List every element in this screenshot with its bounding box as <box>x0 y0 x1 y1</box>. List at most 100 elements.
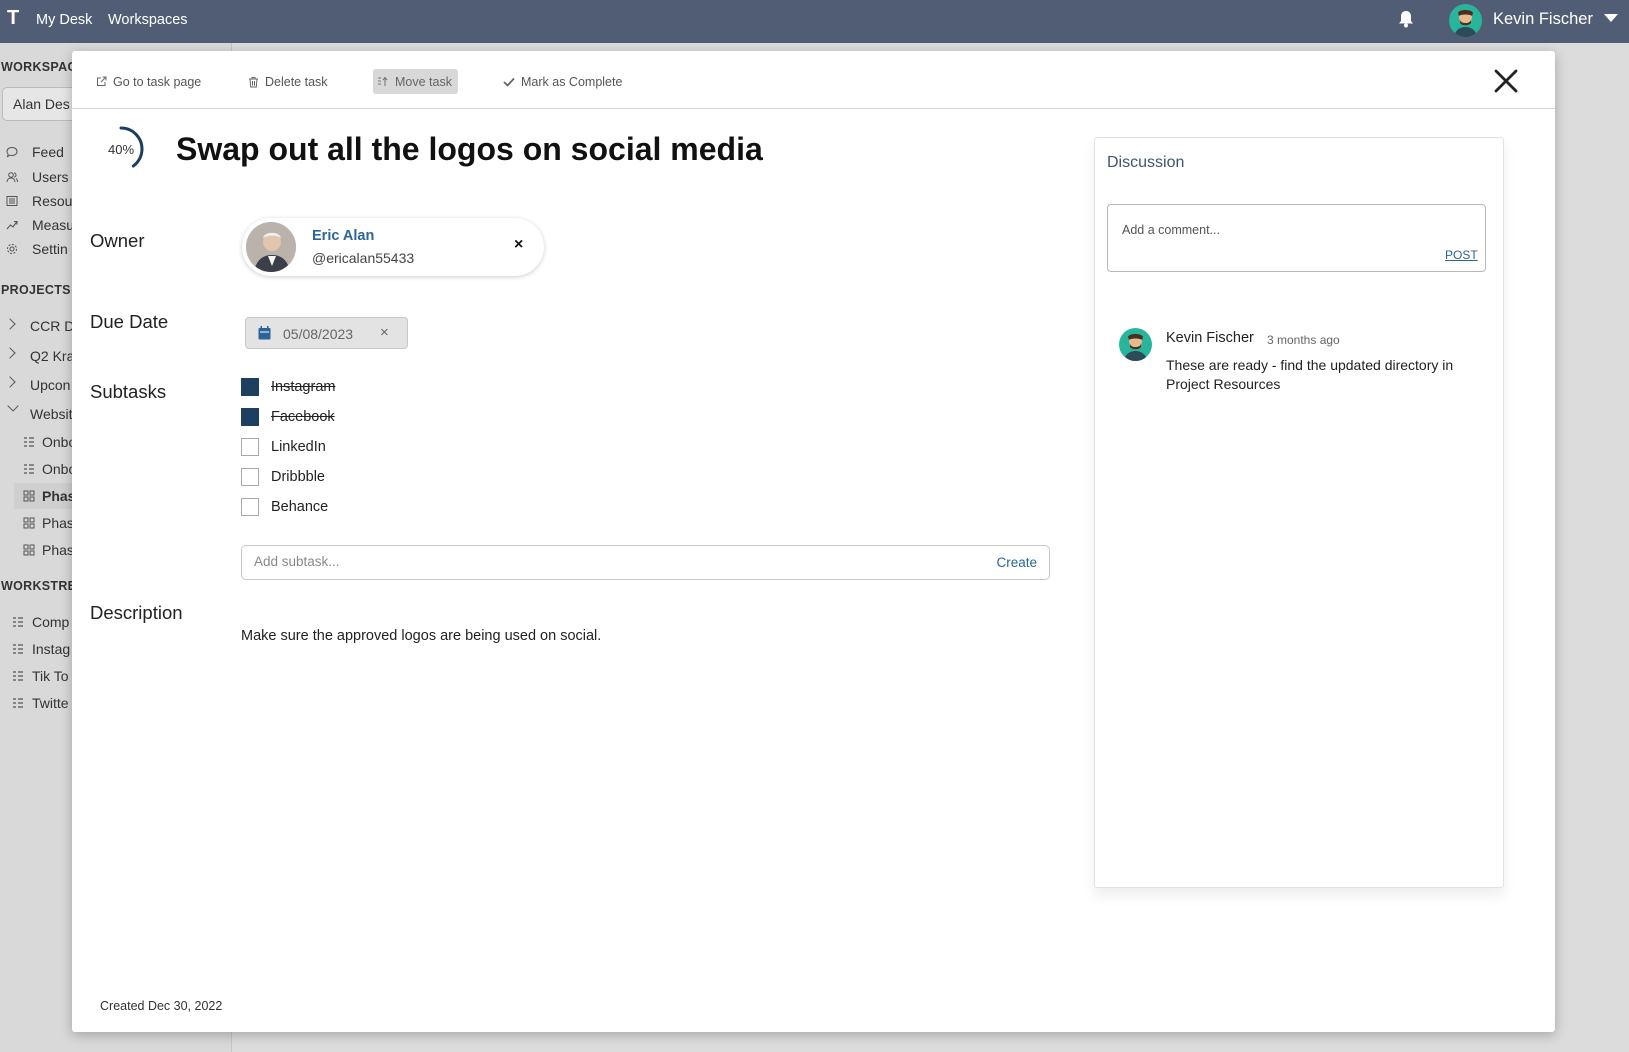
mark-as-complete-button[interactable]: Mark as Complete <box>499 69 626 94</box>
go-to-task-page-button[interactable]: Go to task page <box>92 69 205 94</box>
chevron-right-icon <box>4 376 16 388</box>
comment-author: Kevin Fischer <box>1166 330 1254 346</box>
comment-input[interactable] <box>1122 223 1412 243</box>
owner-handle: @ericalan55433 <box>312 250 415 266</box>
chevron-down-icon <box>7 400 19 412</box>
list-icon <box>13 671 23 681</box>
chevron-right-icon <box>4 318 16 330</box>
caret-down-icon[interactable] <box>1604 14 1618 22</box>
calendar-icon <box>258 326 271 340</box>
subtasks-label: Subtasks <box>90 381 167 402</box>
child-label[interactable]: Phas <box>42 488 75 504</box>
resources-icon <box>6 196 18 206</box>
subtask-checkbox[interactable] <box>241 378 259 396</box>
bell-icon[interactable] <box>1399 10 1413 33</box>
chevron-right-icon <box>4 347 16 359</box>
subtask-item: Instagram <box>241 377 335 397</box>
top-navigation-bar: T My Desk Workspaces Kevin Fischer <box>0 0 1629 43</box>
list-icon <box>13 644 23 654</box>
user-name[interactable]: Kevin Fischer <box>1493 10 1593 29</box>
subtask-checkbox[interactable] <box>241 438 259 456</box>
subtask-label[interactable]: LinkedIn <box>271 439 326 455</box>
add-subtask-field: Create <box>241 545 1050 580</box>
sidebar-item-label: Settin <box>32 241 68 257</box>
go-to-task-page-label: Go to task page <box>113 74 202 89</box>
subtask-item: Facebook <box>241 407 335 427</box>
sidebar-item-label: Feed <box>32 144 64 160</box>
child-label: Phas <box>42 515 74 531</box>
sidebar-item-label: Measu <box>32 217 75 233</box>
mark-as-complete-label: Mark as Complete <box>521 74 623 89</box>
subtask-item: Behance <box>241 497 328 517</box>
sidebar-item-label: Resou <box>32 193 73 209</box>
list-icon <box>24 437 34 447</box>
projects-heading: PROJECTS <box>1 283 71 297</box>
comment-time: 3 months ago <box>1267 333 1340 347</box>
move-task-button[interactable]: Move task <box>373 69 458 94</box>
subtask-checkbox[interactable] <box>241 408 259 426</box>
workstream-label: Instag <box>32 641 71 657</box>
child-label: Phas <box>42 542 74 558</box>
modal-toolbar: Go to task page Delete task Move task Ma… <box>72 51 1555 109</box>
feed-icon <box>6 146 18 158</box>
owner-label: Owner <box>90 230 145 251</box>
checkmark-icon <box>503 77 515 87</box>
owner-card[interactable]: Eric Alan @ericalan55433 × <box>242 218 544 276</box>
add-subtask-input[interactable] <box>254 554 934 569</box>
app-logo[interactable]: T <box>7 7 19 30</box>
subtask-label[interactable]: Instagram <box>271 379 335 395</box>
progress-percent: 40% <box>107 141 135 157</box>
subtask-label[interactable]: Behance <box>271 499 328 515</box>
user-avatar[interactable] <box>1449 4 1482 37</box>
discussion-panel: Discussion POST Kevin Fischer 3 months a… <box>1094 137 1504 888</box>
settings-icon <box>7 244 17 254</box>
delete-task-button[interactable]: Delete task <box>244 69 332 94</box>
users-icon <box>6 172 18 183</box>
description-label: Description <box>90 602 183 623</box>
subtask-label[interactable]: Dribbble <box>271 469 325 485</box>
discussion-title: Discussion <box>1107 154 1185 171</box>
external-link-icon <box>97 76 107 86</box>
delete-task-label: Delete task <box>265 74 328 89</box>
project-label: Websit <box>30 406 73 422</box>
description-text[interactable]: Make sure the approved logos are being u… <box>241 628 601 644</box>
owner-name[interactable]: Eric Alan <box>312 228 374 244</box>
comment-text: These are ready - find the updated direc… <box>1166 357 1454 392</box>
project-label: Upcon <box>30 377 71 393</box>
task-title[interactable]: Swap out all the logos on social media <box>176 131 763 168</box>
board-icon <box>23 490 35 502</box>
list-icon <box>13 698 23 708</box>
workstream-label: Twitte <box>32 695 69 711</box>
workstream-label: Comp <box>32 614 70 630</box>
due-date-label: Due Date <box>90 311 169 332</box>
post-comment-button[interactable]: POST <box>1445 248 1478 262</box>
subtask-label[interactable]: Facebook <box>271 409 335 425</box>
list-icon <box>13 617 23 627</box>
due-date-value: 05/08/2023 <box>283 326 354 342</box>
nav-my-desk[interactable]: My Desk <box>36 12 92 28</box>
subtask-checkbox[interactable] <box>241 498 259 516</box>
subtask-item: LinkedIn <box>241 437 326 457</box>
board-icon <box>23 517 35 529</box>
subtask-item: Dribbble <box>241 467 325 487</box>
comment-avatar <box>1119 328 1152 361</box>
created-date: Created Dec 30, 2022 <box>100 999 223 1013</box>
nav-workspaces[interactable]: Workspaces <box>108 12 188 28</box>
move-icon <box>378 76 388 86</box>
task-modal: Go to task page Delete task Move task Ma… <box>72 51 1555 1032</box>
subtask-checkbox[interactable] <box>241 468 259 486</box>
clear-date-button[interactable]: × <box>380 324 389 341</box>
comment-box: POST <box>1107 204 1486 272</box>
measures-icon <box>6 220 18 230</box>
workspace-heading: WORKSPAC <box>1 60 77 74</box>
due-date-picker[interactable]: 05/08/2023 × <box>245 317 408 349</box>
list-icon <box>24 464 34 474</box>
board-icon <box>23 544 35 556</box>
project-label: Q2 Kra <box>30 348 75 364</box>
close-icon[interactable] <box>1492 67 1520 95</box>
owner-avatar <box>246 222 296 272</box>
move-task-label: Move task <box>395 74 452 89</box>
trash-icon <box>249 76 258 87</box>
remove-owner-button[interactable]: × <box>514 236 523 254</box>
create-subtask-button[interactable]: Create <box>996 555 1037 570</box>
